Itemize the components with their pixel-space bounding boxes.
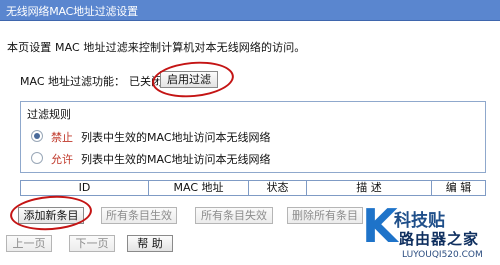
rule-deny-desc: 列表中生效的MAC地址访问本无线网络 <box>81 131 271 144</box>
window-title: 无线网络MAC地址过滤设置 <box>6 5 138 18</box>
filter-function-row: MAC 地址过滤功能： 已关闭 <box>20 73 162 89</box>
prev-page-button[interactable]: 上一页 <box>6 235 52 252</box>
enable-all-button[interactable]: 所有条目生效 <box>101 207 177 224</box>
next-page-button[interactable]: 下一页 <box>69 235 115 252</box>
radio-allow[interactable] <box>31 152 43 164</box>
help-button[interactable]: 帮 助 <box>127 235 173 252</box>
watermark-url: LUYOUQI520.COM <box>402 250 483 260</box>
column-header-mac: MAC 地址 <box>149 181 249 195</box>
disable-all-button[interactable]: 所有条目失效 <box>195 207 273 224</box>
rule-option-allow[interactable]: 允许 列表中生效的MAC地址访问本无线网络 <box>31 151 271 167</box>
filter-rules-box: 过滤规则 禁止 列表中生效的MAC地址访问本无线网络 允许 列表中生效的MAC地址访… <box>20 101 486 173</box>
annotation-circle-enable <box>150 58 236 101</box>
column-header-id: ID <box>21 181 149 195</box>
title-bar: 无线网络MAC地址过滤设置 <box>0 0 500 21</box>
intro-text: 本页设置 MAC 地址过滤来控制计算机对本无线网络的访问。 <box>7 41 306 54</box>
delete-all-button[interactable]: 删除所有条目 <box>287 207 363 224</box>
watermark-line2: 路由器之家 <box>399 230 480 248</box>
rule-allow-key: 允许 <box>51 153 73 166</box>
rule-deny-key: 禁止 <box>51 131 73 144</box>
mac-table-header: ID MAC 地址 状态 描 述 编 辑 <box>20 180 486 196</box>
rule-option-deny[interactable]: 禁止 列表中生效的MAC地址访问本无线网络 <box>31 129 271 145</box>
column-header-description: 描 述 <box>307 181 432 195</box>
annotation-circle-add <box>8 193 94 233</box>
watermark-logo-letter: K <box>362 199 398 253</box>
column-header-status: 状态 <box>249 181 307 195</box>
filter-rules-title: 过滤规则 <box>27 108 71 121</box>
column-header-edit: 编 辑 <box>445 181 472 194</box>
filter-function-label: MAC 地址过滤功能： <box>20 75 125 88</box>
radio-deny[interactable] <box>31 130 43 142</box>
rule-allow-desc: 列表中生效的MAC地址访问本无线网络 <box>81 153 271 166</box>
